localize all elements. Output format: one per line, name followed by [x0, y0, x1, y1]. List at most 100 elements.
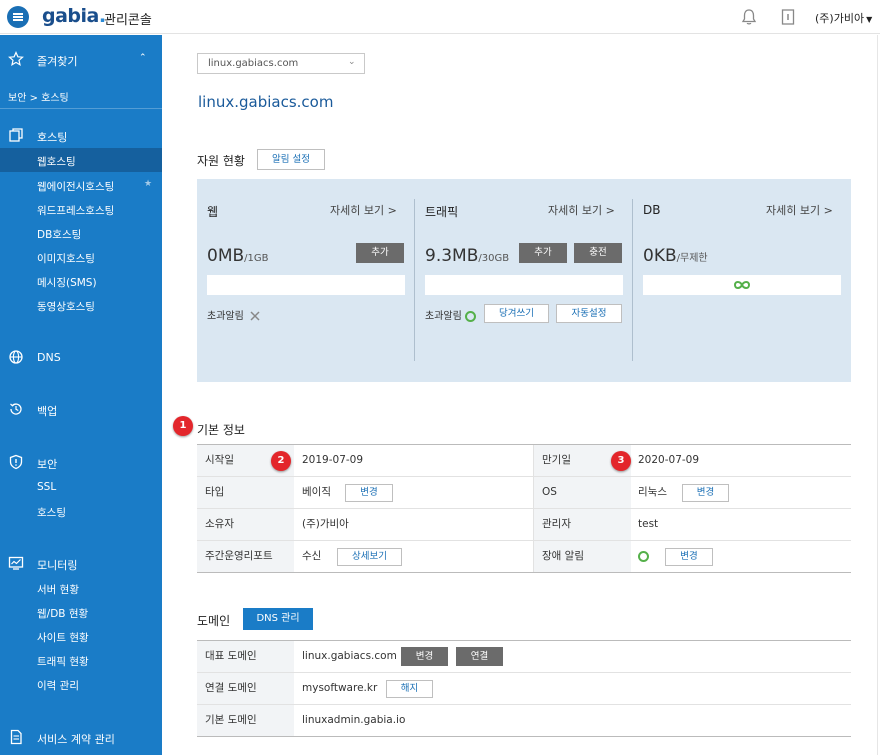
table-row: 연결 도메인 mysoftware.kr 해지 — [197, 673, 851, 705]
traffic-usage: 9.3MB/30GB — [425, 246, 510, 266]
history-icon — [10, 403, 22, 415]
star-icon[interactable]: ★ — [144, 179, 152, 189]
base-domain: linuxadmin.gabia.io — [302, 714, 406, 726]
traffic-add-button[interactable]: 추가 — [519, 243, 567, 263]
sidebar-item-label: 웹/DB 현황 — [37, 608, 89, 620]
owner-value: (주)가비아 — [302, 518, 349, 530]
infinity-icon — [733, 281, 751, 289]
sidebar-item-security-hosting[interactable]: 호스팅 — [0, 499, 162, 523]
sidebar-section-contract[interactable]: 서비스 계약 관리 — [0, 726, 162, 748]
table-header-cell: 주간운영리포트 — [197, 541, 294, 572]
notice-icon[interactable] — [779, 8, 797, 26]
sidebar-item-label: 동영상호스팅 — [37, 301, 95, 313]
sidebar-item-label: 트래픽 현황 — [37, 656, 89, 668]
sidebar-item-agency-hosting[interactable]: 웹에이전시호스팅 ★ — [0, 173, 162, 197]
sidebar-item-server-status[interactable]: 서버 현황 — [0, 576, 162, 600]
chevron-down-icon: ▼ — [866, 15, 873, 24]
sidebar-section-dns[interactable]: DNS — [0, 346, 162, 368]
sidebar-item-image-hosting[interactable]: 이미지호스팅 — [0, 245, 162, 269]
sidebar-item-label: 웹에이전시호스팅 — [37, 181, 115, 193]
admin-value: test — [638, 518, 659, 530]
status-ok-icon — [638, 550, 649, 562]
sidebar-section-label: 호스팅 — [37, 131, 68, 144]
web-usage: 0MB/1GB — [207, 246, 269, 266]
sidebar-section-label: 서비스 계약 관리 — [37, 733, 115, 746]
connected-domain: mysoftware.kr — [302, 682, 378, 694]
db-detail-link[interactable]: 자세히 보기 > — [766, 202, 833, 218]
sidebar-item-history[interactable]: 이력 관리 — [0, 672, 162, 696]
sidebar-favorites[interactable]: 즐겨찾기 ⌃ — [0, 47, 162, 71]
rep-domain-change-button[interactable]: 변경 — [401, 647, 448, 666]
sidebar-section-label: DNS — [37, 351, 61, 364]
sidebar-item-label: 웹호스팅 — [37, 156, 76, 168]
sidebar-item-label: 사이트 현황 — [37, 632, 89, 644]
sidebar-breadcrumb[interactable]: 보안 > 호스팅 — [8, 89, 69, 104]
sidebar-item-web-hosting[interactable]: 웹호스팅 — [0, 148, 162, 172]
rep-domain-connect-button[interactable]: 연결 — [456, 647, 503, 666]
chevron-down-icon: ⌄ — [348, 57, 356, 67]
sidebar-item-site-status[interactable]: 사이트 현황 — [0, 624, 162, 648]
table-header-cell: 관리자 — [533, 509, 631, 540]
web-detail-link[interactable]: 자세히 보기 > — [330, 202, 397, 218]
chevron-up-icon[interactable]: ⌃ — [139, 53, 147, 63]
table-row: 타입 베이직 변경 OS 리눅스 변경 — [197, 477, 851, 509]
start-date: 2019-07-09 — [302, 454, 364, 466]
hosting-type: 베이직 — [302, 486, 331, 498]
os-change-button[interactable]: 변경 — [682, 484, 729, 502]
basic-info-heading: 기본 정보 — [197, 423, 245, 437]
gabia-logo[interactable]: gabia. — [42, 5, 106, 27]
divider — [877, 35, 878, 755]
shield-icon — [9, 454, 23, 470]
traffic-alarm: 초과알림 — [425, 307, 476, 322]
annotation-badge-3: 3 — [611, 451, 631, 471]
auto-setting-button[interactable]: 자동설정 — [556, 304, 622, 323]
resource-web: 웹 자세히 보기 > 0MB/1GB 추가 초과알림 — [197, 179, 415, 382]
menu-icon[interactable] — [7, 6, 29, 28]
domain-heading: 도메인 — [197, 614, 231, 628]
sidebar-favorites-label: 즐겨찾기 — [37, 55, 78, 68]
user-menu[interactable]: (주)가비아 ▼ — [815, 10, 872, 26]
table-header-cell: 연결 도메인 — [197, 673, 294, 704]
bell-icon[interactable] — [740, 8, 758, 26]
domain-select[interactable]: linux.gabiacs.com ⌄ — [197, 53, 365, 74]
traffic-detail-link[interactable]: 자세히 보기 > — [548, 202, 615, 218]
resource-traffic: 트래픽 자세히 보기 > 9.3MB/30GB 추가 충전 초과알림 당겨쓰기 … — [415, 179, 633, 382]
table-row: 시작일 2019-07-09 만기일 2020-07-09 — [197, 445, 851, 477]
report-detail-button[interactable]: 상세보기 — [337, 548, 402, 566]
sidebar-section-security[interactable]: 보안 — [0, 451, 162, 473]
sidebar-item-ssl[interactable]: SSL — [0, 475, 162, 499]
alarm-setting-button[interactable]: 알림 설정 — [257, 149, 325, 170]
web-usage-bar — [207, 275, 405, 295]
document-icon — [10, 729, 22, 745]
console-title: 관리콘솔 — [104, 13, 152, 28]
status-ok-icon — [465, 310, 476, 322]
sidebar-section-backup[interactable]: 백업 — [0, 398, 162, 420]
sidebar-section-monitoring[interactable]: 모니터링 — [0, 552, 162, 574]
sidebar: 즐겨찾기 ⌃ 보안 > 호스팅 호스팅 웹호스팅 웹에이전시호스팅 ★ 워드프레스… — [0, 35, 162, 755]
sidebar-item-label: 호스팅 — [37, 507, 66, 519]
sidebar-item-webdb-status[interactable]: 웹/DB 현황 — [0, 600, 162, 624]
sidebar-item-traffic-status[interactable]: 트래픽 현황 — [0, 648, 162, 672]
type-change-button[interactable]: 변경 — [345, 484, 393, 502]
star-icon — [8, 51, 24, 67]
sidebar-item-label: 워드프레스호스팅 — [37, 205, 115, 217]
sidebar-item-label: DB호스팅 — [37, 229, 82, 241]
dns-manage-button[interactable]: DNS 관리 — [243, 608, 313, 630]
sidebar-item-label: 서버 현황 — [37, 584, 79, 596]
sidebar-item-db-hosting[interactable]: DB호스팅 — [0, 221, 162, 245]
traffic-charge-button[interactable]: 충전 — [574, 243, 622, 263]
sidebar-item-video-hosting[interactable]: 동영상호스팅 — [0, 293, 162, 317]
os-value: 리눅스 — [638, 486, 667, 498]
sidebar-item-label: 이미지호스팅 — [37, 253, 95, 265]
fault-alarm-change-button[interactable]: 변경 — [665, 548, 713, 566]
web-add-button[interactable]: 추가 — [356, 243, 404, 263]
sidebar-item-sms[interactable]: 메시징(SMS) — [0, 269, 162, 293]
pull-button[interactable]: 당겨쓰기 — [484, 304, 549, 323]
db-usage-bar — [643, 275, 841, 295]
unlink-domain-button[interactable]: 해지 — [386, 680, 433, 698]
fault-alarm-status — [638, 541, 649, 572]
sidebar-section-hosting[interactable]: 호스팅 — [0, 124, 162, 146]
sidebar-item-wordpress-hosting[interactable]: 워드프레스호스팅 — [0, 197, 162, 221]
report-value: 수신 — [302, 550, 322, 562]
main-content: linux.gabiacs.com ⌄ linux.gabiacs.com 자원… — [162, 35, 880, 755]
